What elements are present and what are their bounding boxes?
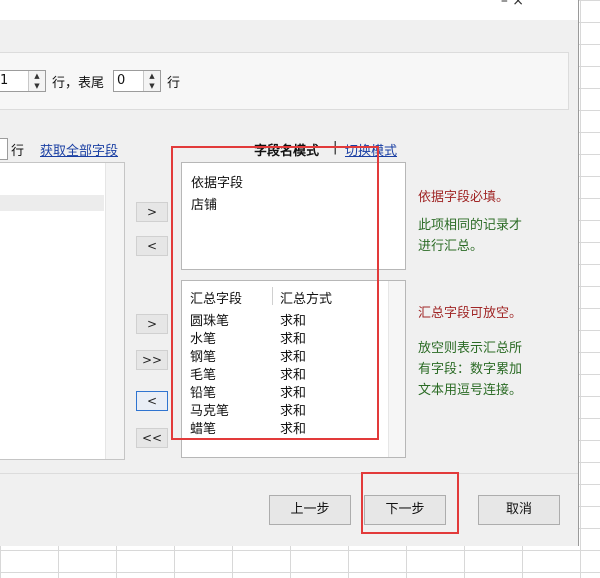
aggregate-col-method-header: 汇总方式 bbox=[280, 292, 333, 307]
aggregate-row-field: 钢笔 bbox=[190, 350, 217, 365]
basis-fields-panel[interactable]: 依据字段 店铺 bbox=[181, 162, 406, 270]
remove-aggregate-field-button[interactable]: < bbox=[136, 391, 168, 411]
aggregate-row-method[interactable]: 求和 bbox=[280, 346, 306, 365]
aggregate-row[interactable]: 水笔 求和 bbox=[190, 328, 340, 347]
dialog-titlebar: – × bbox=[0, 0, 578, 20]
aggregate-row-method[interactable]: 求和 bbox=[280, 400, 306, 419]
field-row-suffix: 行 bbox=[11, 144, 25, 159]
aggregate-row-method[interactable]: 求和 bbox=[280, 328, 306, 347]
aggregate-row-field: 马克笔 bbox=[190, 404, 230, 419]
spin-down-icon[interactable]: ▼ bbox=[29, 81, 45, 91]
aggregate-row[interactable]: 圆珠笔 求和 bbox=[190, 310, 340, 329]
dialog-footer: 上一步 下一步 取消 bbox=[0, 473, 578, 546]
basis-desc-line1: 此项相同的记录才 bbox=[418, 218, 523, 233]
aggregate-row[interactable]: 钢笔 求和 bbox=[190, 346, 340, 365]
field-name-mode-label: 字段名模式 bbox=[254, 144, 320, 159]
add-aggregate-field-button[interactable]: > bbox=[136, 314, 168, 334]
header-rows-value: 1 bbox=[0, 73, 9, 88]
aggregate-row-method[interactable]: 求和 bbox=[280, 310, 306, 329]
aggregate-row-field: 圆珠笔 bbox=[190, 314, 230, 329]
available-fields-scrollbar[interactable] bbox=[105, 163, 124, 459]
aggregate-col-field-header: 汇总字段 bbox=[190, 292, 243, 307]
switch-mode-link[interactable]: 切换模式 bbox=[345, 140, 397, 159]
footer-rows-stepper[interactable]: 0 ▲ ▼ bbox=[113, 70, 161, 92]
available-fields-header bbox=[0, 163, 104, 196]
aggregate-row[interactable]: 马克笔 求和 bbox=[190, 400, 340, 419]
aggregate-row[interactable]: 蜡笔 求和 bbox=[190, 418, 340, 437]
aggregate-desc-line1: 放空则表示汇总所 bbox=[418, 341, 523, 356]
spin-up-icon[interactable]: ▲ bbox=[144, 71, 160, 81]
window-controls[interactable]: – × bbox=[501, 0, 524, 9]
add-all-aggregate-fields-button[interactable]: >> bbox=[136, 350, 168, 370]
aggregate-optional-note: 汇总字段可放空。 bbox=[418, 306, 523, 321]
basis-required-note: 依据字段必填。 bbox=[418, 190, 510, 205]
header-rows-stepper[interactable]: 1 ▲ ▼ bbox=[0, 70, 46, 92]
available-fields-list[interactable] bbox=[0, 162, 125, 460]
cancel-button[interactable]: 取消 bbox=[478, 495, 560, 525]
remove-all-aggregate-fields-button[interactable]: << bbox=[136, 428, 168, 448]
next-step-button[interactable]: 下一步 bbox=[364, 495, 446, 525]
aggregate-desc-line3: 文本用逗号连接。 bbox=[418, 383, 523, 398]
remove-basis-field-button[interactable]: < bbox=[136, 236, 168, 256]
header-rows-label: 行，表尾 bbox=[52, 76, 105, 91]
aggregate-row-field: 蜡笔 bbox=[190, 422, 217, 437]
add-basis-field-button[interactable]: > bbox=[136, 202, 168, 222]
aggregate-desc-line2: 有字段：数字累加 bbox=[418, 362, 523, 377]
aggregate-row[interactable]: 毛笔 求和 bbox=[190, 364, 340, 383]
aggregate-row-field: 水笔 bbox=[190, 332, 217, 347]
field-row-input[interactable] bbox=[0, 138, 8, 160]
summary-wizard-dialog: – × 1 ▲ ▼ 行，表尾 0 ▲ ▼ 行 行 获取全部字段 字段名模式 | … bbox=[0, 0, 579, 546]
footer-rows-value: 0 bbox=[117, 73, 126, 88]
spin-down-icon[interactable]: ▼ bbox=[144, 81, 160, 91]
basis-fields-title: 依据字段 bbox=[191, 176, 244, 191]
header-footer-rows-section: 1 ▲ ▼ 行，表尾 0 ▲ ▼ 行 bbox=[0, 52, 569, 110]
available-field-selected-row[interactable] bbox=[0, 195, 104, 211]
previous-step-button[interactable]: 上一步 bbox=[269, 495, 351, 525]
spin-up-icon[interactable]: ▲ bbox=[29, 71, 45, 81]
aggregate-row-field: 毛笔 bbox=[190, 368, 217, 383]
aggregate-row-method[interactable]: 求和 bbox=[280, 382, 306, 401]
basis-desc-line2: 进行汇总。 bbox=[418, 239, 484, 254]
aggregate-row-method[interactable]: 求和 bbox=[280, 364, 306, 383]
aggregate-row[interactable]: 铅笔 求和 bbox=[190, 382, 340, 401]
mode-separator: | bbox=[333, 140, 338, 155]
aggregate-row-method[interactable]: 求和 bbox=[280, 418, 306, 437]
aggregate-fields-scrollbar[interactable] bbox=[388, 281, 405, 457]
footer-rows-arrows[interactable]: ▲ ▼ bbox=[143, 71, 160, 91]
header-rows-arrows[interactable]: ▲ ▼ bbox=[28, 71, 45, 91]
aggregate-row-field: 铅笔 bbox=[190, 386, 217, 401]
footer-rows-label: 行 bbox=[167, 76, 181, 91]
get-all-fields-link[interactable]: 获取全部字段 bbox=[40, 140, 118, 159]
column-divider bbox=[272, 287, 273, 305]
basis-field-item[interactable]: 店铺 bbox=[191, 194, 217, 213]
